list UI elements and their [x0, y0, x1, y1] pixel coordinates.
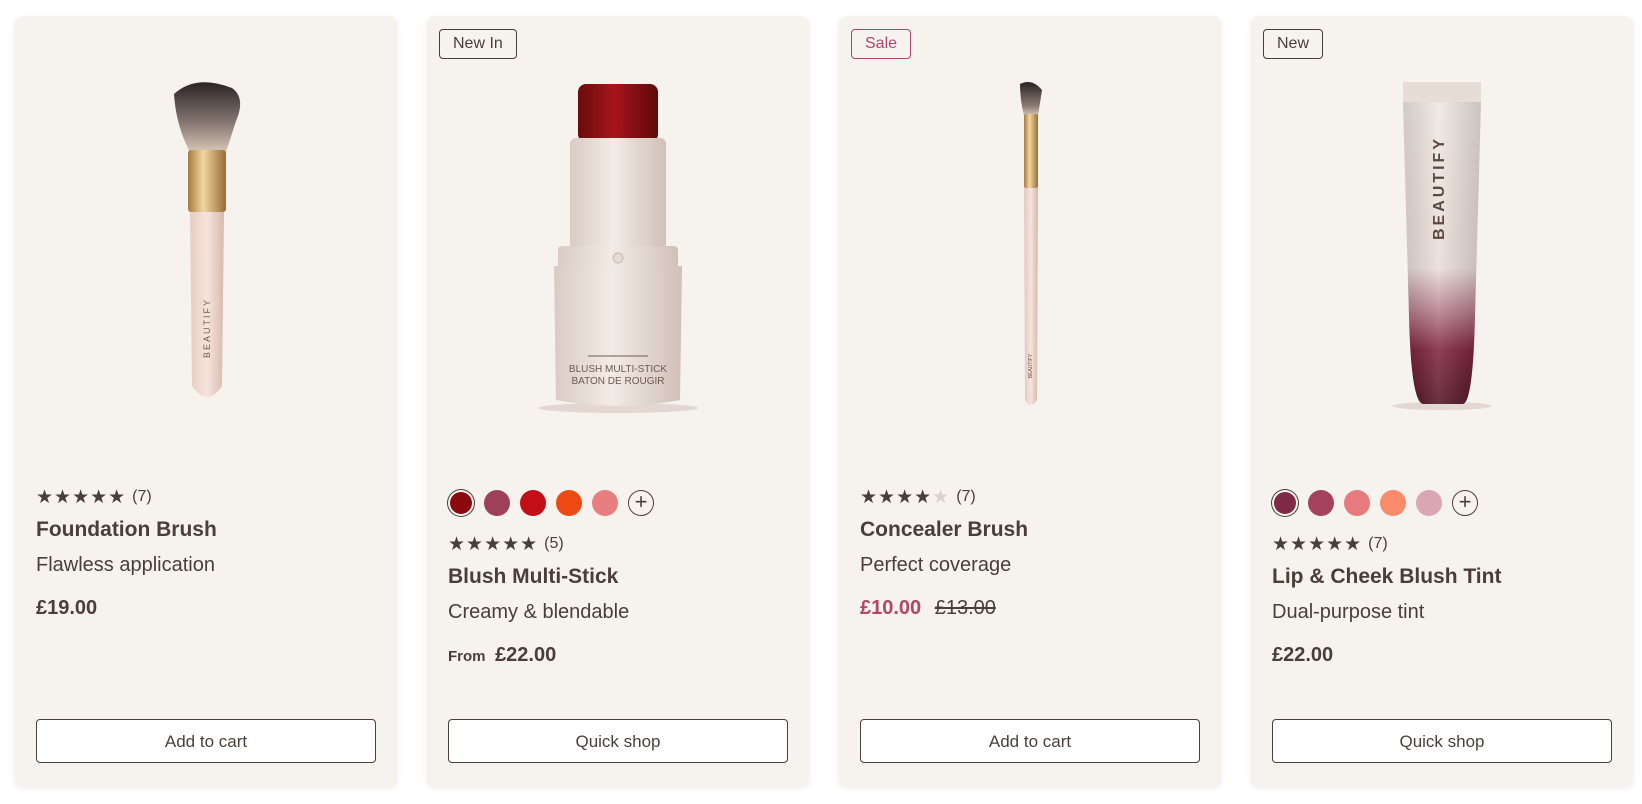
product-price: £22.00 [1272, 644, 1612, 667]
product-image-blush-multi-stick[interactable]: BLUSH MULTI-STICK BATON DE ROUGIR [427, 66, 809, 466]
product-price: From £22.00 [448, 644, 788, 667]
product-info: ★★★★ ★ (7) Concealer Brush Perfect covera… [860, 486, 1200, 620]
product-rating: ★★★★★ (7) [1272, 533, 1612, 555]
product-image-foundation-brush[interactable]: BEAUTIFY [15, 66, 397, 466]
blush-tint-tube-image: BEAUTIFY [1392, 82, 1492, 410]
swatch-4[interactable] [1380, 490, 1406, 516]
swatch-2[interactable] [1308, 490, 1334, 516]
product-description: Flawless application [36, 554, 215, 576]
swatch-1[interactable] [450, 492, 472, 514]
rating-stars: ★★★★★ [448, 533, 539, 555]
quick-shop-button[interactable]: Quick shop [1272, 719, 1612, 763]
product-info: + ★★★★★ (7) Lip & Cheek Blush Tint Dual-… [1272, 489, 1612, 667]
product-name[interactable]: Lip & Cheek Blush Tint [1272, 565, 1612, 589]
product-description: Dual-purpose tint [1272, 601, 1425, 623]
swatch-3[interactable] [520, 490, 546, 516]
product-price: £19.00 [36, 597, 376, 620]
product-info: + ★★★★★ (5) Blush Multi-Stick Creamy & b… [448, 489, 788, 667]
brush-brand-text: BEAUTIFY [1028, 353, 1034, 378]
price-value: £22.00 [495, 644, 557, 666]
new-in-badge: New In [439, 29, 517, 59]
concealer-brush-image: BEAUTIFY [1020, 82, 1042, 405]
new-badge: New [1263, 29, 1324, 59]
swatch-3[interactable] [1344, 490, 1370, 516]
color-swatches: + [448, 489, 788, 517]
product-price: £10.00 £13.00 [860, 597, 1200, 620]
original-price: £13.00 [934, 597, 996, 619]
more-swatches-icon[interactable]: + [628, 490, 654, 516]
product-card-blush-multi-stick[interactable]: New In BLUSH MULTI-STICK BATON DE ROUGIR [427, 16, 809, 786]
product-card-lip-cheek-blush-tint[interactable]: New BEAUTIFY + ★★★★★ (7) Lip & Cheek Blu… [1251, 16, 1633, 786]
stick-label-line1: BLUSH MULTI-STICK [569, 364, 667, 375]
rating-count: (7) [956, 488, 976, 505]
price-prefix: From [448, 648, 486, 665]
product-rating: ★★★★★ (7) [860, 486, 1200, 508]
product-card-foundation-brush[interactable]: BEAUTIFY ★★★★★ (7) Foundation Brush Flaw… [15, 16, 397, 786]
swatch-5[interactable] [592, 490, 618, 516]
product-rating: ★★★★★ (7) [36, 486, 376, 508]
rating-count: (5) [544, 535, 564, 552]
color-swatches: + [1272, 489, 1612, 517]
add-to-cart-button[interactable]: Add to cart [36, 719, 376, 763]
rating-stars: ★★★★★ [36, 486, 127, 508]
blush-stick-image: BLUSH MULTI-STICK BATON DE ROUGIR [538, 84, 698, 413]
product-image-concealer-brush[interactable]: BEAUTIFY [839, 66, 1221, 466]
product-name[interactable]: Concealer Brush [860, 518, 1200, 542]
product-grid: BEAUTIFY ★★★★★ (7) Foundation Brush Flaw… [0, 0, 1642, 804]
add-to-cart-button[interactable]: Add to cart [860, 719, 1200, 763]
price-value: £19.00 [36, 597, 98, 619]
rating-star-empty: ★ [932, 486, 951, 508]
product-image-lip-cheek-blush-tint[interactable]: BEAUTIFY [1251, 66, 1633, 466]
swatch-4[interactable] [556, 490, 582, 516]
sale-price: £10.00 [860, 597, 922, 619]
rating-stars: ★★★★★ [1272, 533, 1363, 555]
product-description: Perfect coverage [860, 554, 1012, 576]
rating-count: (7) [1368, 535, 1388, 552]
product-description: Creamy & blendable [448, 601, 630, 623]
stick-label-line2: BATON DE ROUGIR [572, 376, 665, 387]
more-swatches-icon[interactable]: + [1452, 490, 1478, 516]
swatch-5[interactable] [1416, 490, 1442, 516]
sale-badge: Sale [851, 29, 912, 59]
rating-stars: ★★★★ [860, 486, 933, 508]
price-value: £22.00 [1272, 644, 1334, 666]
swatch-2[interactable] [484, 490, 510, 516]
product-name[interactable]: Foundation Brush [36, 518, 376, 542]
product-card-concealer-brush[interactable]: Sale BEAUTIFY ★★★★ ★ (7) Concealer Brush … [839, 16, 1221, 786]
quick-shop-button[interactable]: Quick shop [448, 719, 788, 763]
product-rating: ★★★★★ (5) [448, 533, 788, 555]
rating-count: (7) [132, 488, 152, 505]
swatch-1[interactable] [1274, 492, 1296, 514]
foundation-brush-image: BEAUTIFY [174, 82, 241, 397]
product-info: ★★★★★ (7) Foundation Brush Flawless appl… [36, 486, 376, 620]
product-name[interactable]: Blush Multi-Stick [448, 565, 788, 589]
brush-brand-text: BEAUTIFY [202, 298, 212, 358]
tube-brand-text: BEAUTIFY [1431, 136, 1448, 240]
